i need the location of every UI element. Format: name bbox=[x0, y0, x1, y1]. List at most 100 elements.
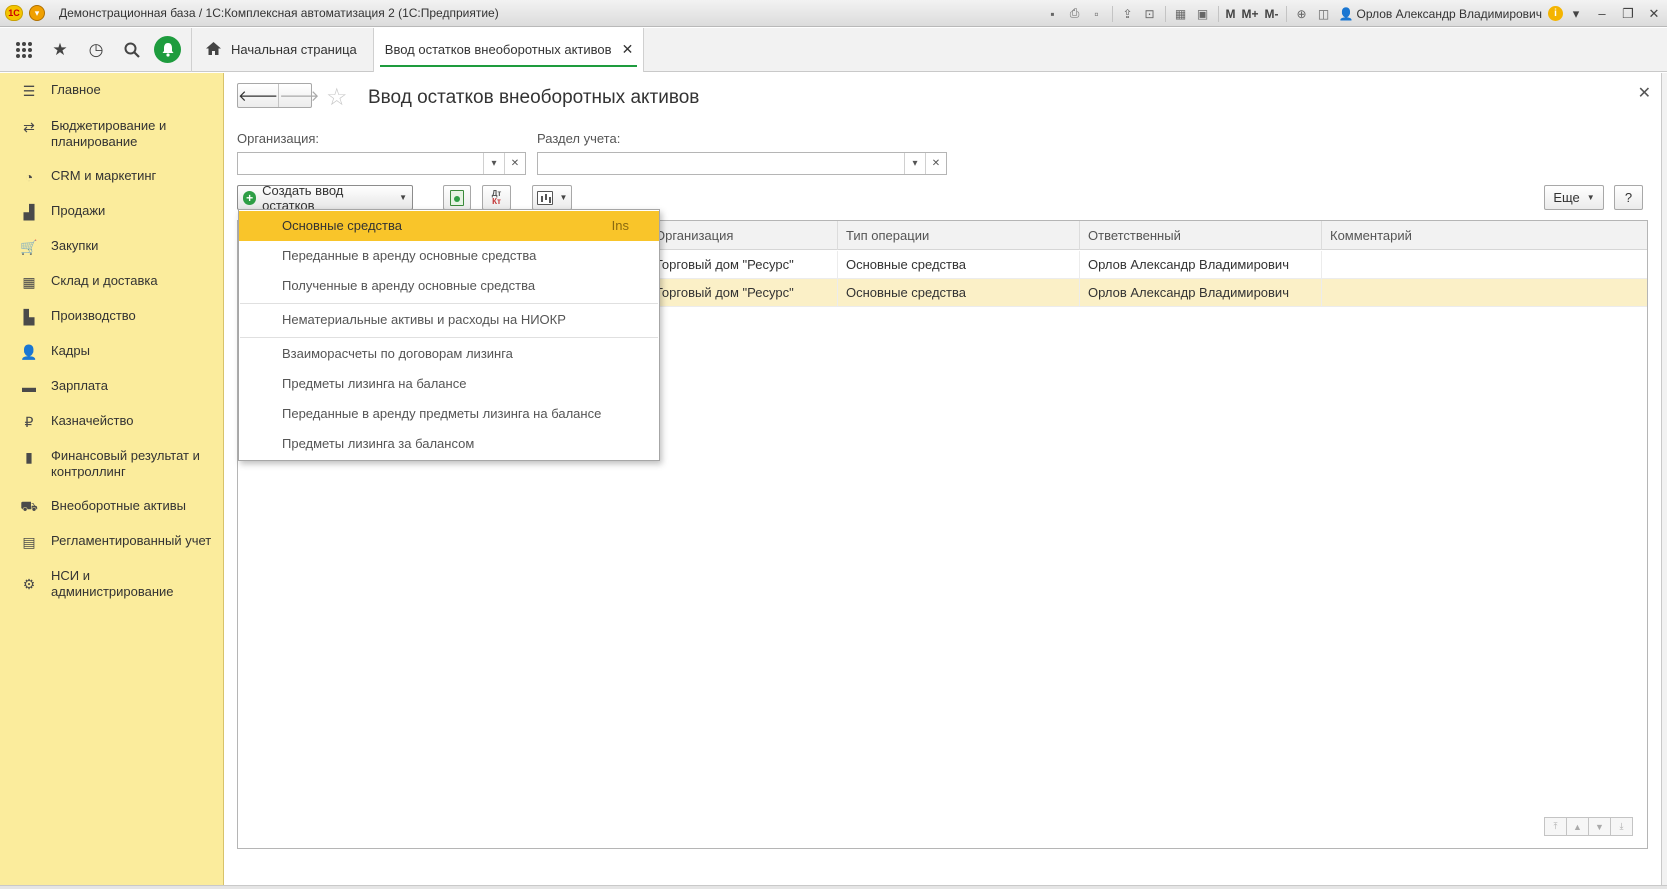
memory-minus-button[interactable]: M- bbox=[1265, 7, 1279, 21]
navigation-bar: ★ ◷ Начальная страница Ввод остатков вне… bbox=[0, 27, 1667, 72]
sidebar-item-crm[interactable]: ◔ CRM и маркетинг bbox=[0, 168, 224, 185]
info-icon[interactable]: i bbox=[1548, 6, 1563, 21]
form-area: 🡐 🡒 ☆ Ввод остатков внеоборотных активов… bbox=[225, 73, 1661, 885]
restore-button[interactable]: ❐ bbox=[1615, 6, 1641, 22]
column-header-comment[interactable]: Комментарий bbox=[1321, 221, 1647, 250]
sidebar-item-label: Регламентированный учет bbox=[51, 533, 212, 548]
chevron-down-icon[interactable]: ▾ bbox=[904, 153, 925, 174]
sidebar-item-production[interactable]: ▙ Производство bbox=[0, 308, 224, 325]
history-icon[interactable]: ◷ bbox=[78, 28, 114, 72]
sidebar-item-label: Бюджетирование и планирование bbox=[51, 118, 167, 149]
menu-item-leased-out-fixed-assets[interactable]: Переданные в аренду основные средства bbox=[239, 241, 659, 271]
menu-item-leasing-on-balance[interactable]: Предметы лизинга на балансе bbox=[239, 369, 659, 399]
sidebar-item-main[interactable]: ☰ Главное bbox=[0, 82, 224, 99]
save-icon[interactable]: ▪ bbox=[1044, 5, 1062, 23]
cell-responsible: Орлов Александр Владимирович bbox=[1079, 251, 1321, 279]
organization-field[interactable]: ▾ ✕ bbox=[237, 152, 526, 175]
home-icon bbox=[206, 41, 221, 58]
close-form-icon[interactable]: ✕ bbox=[1638, 83, 1651, 103]
sidebar-item-sales[interactable]: ▟ Продажи bbox=[0, 203, 224, 220]
sidebar-item-fixed-assets[interactable]: ⛟ Внеоборотные активы bbox=[0, 498, 224, 515]
sidebar: ☰ Главное ⇄ Бюджетирование и планировани… bbox=[0, 73, 224, 885]
minimize-button[interactable]: – bbox=[1589, 6, 1615, 21]
report-icon: ▤ bbox=[22, 533, 36, 550]
memory-plus-button[interactable]: M+ bbox=[1242, 7, 1259, 21]
column-header-responsible[interactable]: Ответственный bbox=[1079, 221, 1321, 250]
preview-icon[interactable]: ▫ bbox=[1088, 5, 1106, 23]
tab-home[interactable]: Начальная страница bbox=[192, 27, 374, 72]
calendar-icon[interactable]: ▣ bbox=[1194, 5, 1212, 23]
app-logo-icon[interactable]: 1С bbox=[5, 5, 23, 21]
chevron-down-icon: ▼ bbox=[559, 193, 568, 202]
window-menu-button[interactable]: ▾ bbox=[1563, 6, 1589, 22]
memory-button[interactable]: M bbox=[1226, 7, 1236, 21]
report-icon bbox=[536, 190, 553, 205]
clear-icon[interactable]: ✕ bbox=[504, 153, 525, 174]
chevron-down-icon[interactable]: ▾ bbox=[483, 153, 504, 174]
table-scroll-buttons: ⤒ ▲ ▼ ⤓ bbox=[1544, 817, 1633, 836]
sidebar-item-label: Производство bbox=[51, 308, 136, 323]
clear-icon[interactable]: ✕ bbox=[925, 153, 946, 174]
more-button[interactable]: Еще ▼ bbox=[1544, 185, 1604, 210]
menu-divider bbox=[240, 337, 658, 338]
forward-arrow-icon[interactable]: 🡒 bbox=[279, 84, 319, 107]
bag-icon: ▟ bbox=[23, 203, 35, 220]
sidebar-item-salary[interactable]: ▬ Зарплата bbox=[0, 378, 224, 395]
tab-document[interactable]: Ввод остатков внеоборотных активов ✕ bbox=[373, 27, 645, 72]
menu-item-leasing-settlements[interactable]: Взаиморасчеты по договорам лизинга bbox=[239, 339, 659, 369]
print-icon[interactable]: ⎙ bbox=[1066, 5, 1084, 23]
credit-label: Кт bbox=[492, 196, 501, 206]
post-document-button[interactable] bbox=[443, 185, 471, 210]
sidebar-item-purchases[interactable]: 🛒 Закупки bbox=[0, 238, 224, 255]
cell-comment bbox=[1321, 279, 1647, 307]
favorites-star-icon[interactable]: ★ bbox=[42, 28, 78, 72]
menu-item-leased-out-leasing-on-balance[interactable]: Переданные в аренду предметы лизинга на … bbox=[239, 399, 659, 429]
sidebar-item-label: Зарплата bbox=[51, 378, 108, 393]
organization-input[interactable] bbox=[238, 153, 483, 174]
create-balance-entry-button[interactable]: + Создать ввод остатков ▼ bbox=[237, 183, 413, 213]
scroll-to-bottom-icon[interactable]: ⤓ bbox=[1610, 817, 1633, 836]
link-icon[interactable]: ⊡ bbox=[1141, 5, 1159, 23]
person-icon: 👤 bbox=[20, 343, 38, 360]
add-icon: + bbox=[243, 190, 257, 205]
sidebar-item-hr[interactable]: 👤 Кадры bbox=[0, 343, 224, 360]
menu-item-leased-in-fixed-assets[interactable]: Полученные в аренду основные средства bbox=[239, 271, 659, 301]
sidebar-item-finance[interactable]: ▮ Финансовый результат и контроллинг bbox=[0, 448, 224, 480]
help-button[interactable]: ? bbox=[1614, 185, 1643, 210]
calculator-icon[interactable]: ▦ bbox=[1172, 5, 1190, 23]
sidebar-item-treasury[interactable]: ₽ Казначейство bbox=[0, 413, 224, 430]
apps-grid-icon[interactable] bbox=[6, 28, 42, 72]
upload-icon[interactable]: ⇪ bbox=[1119, 5, 1137, 23]
column-header-organization[interactable]: Организация bbox=[646, 221, 837, 250]
main-menu-button[interactable]: ▾ bbox=[29, 5, 45, 21]
sidebar-item-warehouse[interactable]: ▦ Склад и доставка bbox=[0, 273, 224, 290]
back-arrow-icon[interactable]: 🡐 bbox=[238, 84, 280, 107]
show-postings-button[interactable]: Дт Кт bbox=[482, 185, 511, 210]
section-field[interactable]: ▾ ✕ bbox=[537, 152, 947, 175]
sidebar-item-admin[interactable]: ⚙ НСИ и администрирование bbox=[0, 568, 224, 600]
column-header-operation-type[interactable]: Тип операции bbox=[837, 221, 1079, 250]
search-icon[interactable] bbox=[114, 28, 150, 72]
more-button-label: Еще bbox=[1553, 190, 1580, 205]
add-to-favorites-star-icon[interactable]: ☆ bbox=[326, 83, 348, 112]
reports-button[interactable]: ▼ bbox=[532, 185, 572, 210]
current-user[interactable]: 👤 Орлов Александр Владимирович bbox=[1339, 7, 1542, 21]
zoom-icon[interactable]: ⊕ bbox=[1293, 5, 1311, 23]
scroll-to-top-icon[interactable]: ⤒ bbox=[1544, 817, 1567, 836]
menu-item-fixed-assets[interactable]: Основные средства Ins bbox=[239, 211, 659, 241]
close-window-button[interactable]: ✕ bbox=[1641, 6, 1667, 22]
sidebar-item-label: Казначейство bbox=[51, 413, 134, 428]
section-label: Раздел учета: bbox=[537, 131, 621, 146]
sidebar-item-regulated-accounting[interactable]: ▤ Регламентированный учет bbox=[0, 533, 224, 550]
scroll-down-icon[interactable]: ▼ bbox=[1588, 817, 1611, 836]
tab-close-icon[interactable]: ✕ bbox=[622, 41, 634, 58]
notifications-bell-icon[interactable] bbox=[154, 36, 181, 63]
menu-item-leasing-off-balance[interactable]: Предметы лизинга за балансом bbox=[239, 429, 659, 459]
section-input[interactable] bbox=[538, 153, 904, 174]
menu-item-intangible-assets[interactable]: Нематериальные активы и расходы на НИОКР bbox=[239, 305, 659, 335]
debit-credit-icon: Дт Кт bbox=[492, 189, 502, 206]
sidebar-item-budgeting[interactable]: ⇄ Бюджетирование и планирование bbox=[0, 118, 224, 150]
panels-icon[interactable]: ◫ bbox=[1315, 5, 1333, 23]
toolbar-divider bbox=[1217, 5, 1219, 22]
scroll-up-icon[interactable]: ▲ bbox=[1566, 817, 1589, 836]
